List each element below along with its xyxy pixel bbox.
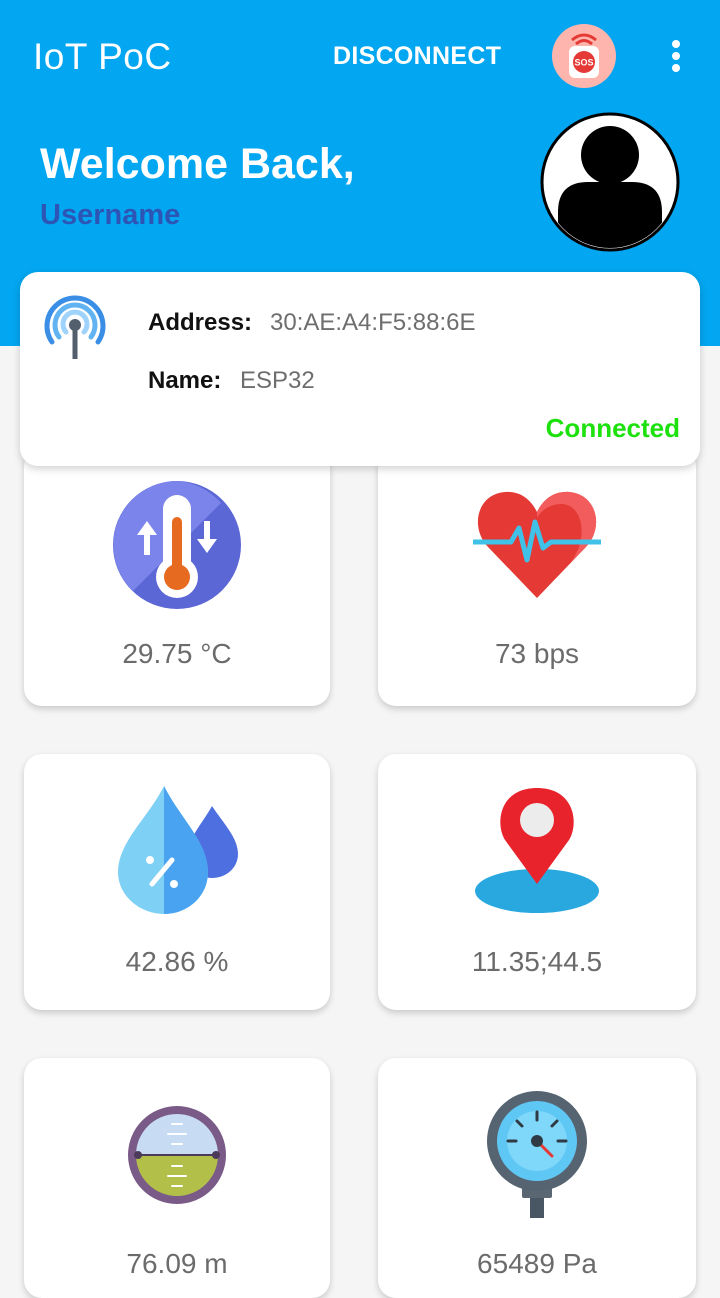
humidity-tile[interactable]: 42.86 %	[24, 754, 330, 1010]
humidity-value: 42.86 %	[125, 946, 229, 977]
name-value: ESP32	[240, 367, 315, 394]
address-label: Address:	[148, 309, 253, 336]
altitude-tile[interactable]: 76.09 m	[24, 1058, 330, 1298]
altitude-value: 76.09 m	[126, 1248, 228, 1279]
disconnect-button[interactable]: DISCONNECT	[333, 42, 501, 71]
connection-status: Connected	[545, 413, 680, 443]
thermometer-icon	[113, 481, 241, 609]
person-avatar-icon[interactable]	[540, 112, 680, 252]
pressure-gauge-icon	[487, 1091, 587, 1218]
welcome-heading: Welcome Back,	[40, 140, 355, 188]
heart-rate-tile[interactable]: 73 bps	[378, 448, 696, 706]
address-value: 30:AE:A4:F5:88:6E	[270, 309, 476, 336]
altimeter-icon	[128, 1106, 226, 1204]
humidity-drop-icon	[118, 786, 238, 914]
sos-label: SOS	[574, 58, 593, 68]
app-title: IoT PoC	[33, 36, 172, 77]
name-label: Name:	[148, 367, 222, 394]
pressure-value: 65489 Pa	[477, 1248, 597, 1279]
heart-rate-value: 73 bps	[494, 638, 580, 669]
username-label: Username	[40, 199, 181, 231]
location-tile[interactable]: 11.35;44.5	[378, 754, 696, 1010]
sos-button[interactable]: SOS	[552, 24, 616, 88]
temperature-tile[interactable]: 29.75 °C	[24, 448, 330, 706]
pressure-tile[interactable]: 65489 Pa	[378, 1058, 696, 1298]
more-vert-icon[interactable]	[664, 36, 688, 76]
location-value: 11.35;44.5	[471, 946, 603, 977]
heart-rate-icon	[473, 491, 601, 598]
wifi-antenna-icon	[44, 295, 106, 359]
location-pin-icon	[475, 788, 599, 913]
sos-button-icon: SOS	[569, 33, 599, 78]
device-info-card: Address: 30:AE:A4:F5:88:6E Name: ESP32 C…	[20, 272, 700, 466]
temperature-value: 29.75 °C	[122, 638, 232, 669]
